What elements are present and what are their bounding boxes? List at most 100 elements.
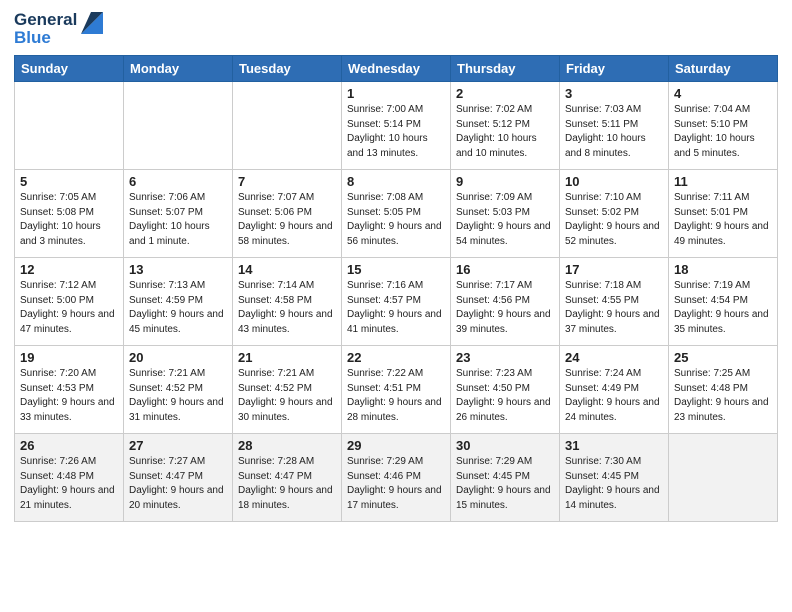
day-info: Sunrise: 7:08 AMSunset: 5:05 PMDaylight:… [347,191,445,249]
calendar-cell: 8 Sunrise: 7:08 AMSunset: 5:05 PMDaylight… [342,170,451,258]
day-info: Sunrise: 7:04 AMSunset: 5:10 PMDaylight:… [674,103,772,161]
day-number: 8 [347,174,445,189]
calendar-cell: 1 Sunrise: 7:00 AMSunset: 5:14 PMDaylight… [342,82,451,170]
day-info: Sunrise: 7:14 AMSunset: 4:58 PMDaylight:… [238,279,336,337]
calendar-cell: 25Sunrise: 7:25 AMSunset: 4:48 PMDayligh… [669,346,778,434]
day-info: Sunrise: 7:10 AMSunset: 5:02 PMDaylight:… [565,191,663,249]
calendar-cell: 23Sunrise: 7:23 AMSunset: 4:50 PMDayligh… [451,346,560,434]
calendar-cell: 4 Sunrise: 7:04 AMSunset: 5:10 PMDaylight… [669,82,778,170]
calendar-cell: 26 Sunrise: 7:26 AMSunset: 4:48 PMDayligh… [15,434,124,522]
day-info: Sunrise: 7:06 AMSunset: 5:07 PMDaylight:… [129,191,227,249]
calendar-cell: 11 Sunrise: 7:11 AMSunset: 5:01 PMDayligh… [669,170,778,258]
day-info: Sunrise: 7:29 AMSunset: 4:46 PMDaylight:… [347,455,445,513]
day-info: Sunrise: 7:24 AMSunset: 4:49 PMDaylight:… [565,367,663,425]
logo-container: General Blue [14,10,103,47]
day-info: Sunrise: 7:07 AMSunset: 5:06 PMDaylight:… [238,191,336,249]
calendar-cell: 18Sunrise: 7:19 AMSunset: 4:54 PMDayligh… [669,258,778,346]
calendar-cell [669,434,778,522]
calendar-week-row: 1 Sunrise: 7:00 AMSunset: 5:14 PMDaylight… [15,82,778,170]
col-header-wednesday: Wednesday [342,56,451,82]
calendar-cell: 10 Sunrise: 7:10 AMSunset: 5:02 PMDayligh… [560,170,669,258]
day-number: 27 [129,438,227,453]
day-number: 3 [565,86,663,101]
day-number: 1 [347,86,445,101]
calendar-cell: 13 Sunrise: 7:13 AMSunset: 4:59 PMDayligh… [124,258,233,346]
calendar-cell: 22Sunrise: 7:22 AMSunset: 4:51 PMDayligh… [342,346,451,434]
day-info: Sunrise: 7:17 AMSunset: 4:56 PMDaylight:… [456,279,554,337]
calendar-cell: 3Sunrise: 7:03 AMSunset: 5:11 PMDaylight… [560,82,669,170]
calendar-cell: 17Sunrise: 7:18 AMSunset: 4:55 PMDayligh… [560,258,669,346]
day-info: Sunrise: 7:05 AMSunset: 5:08 PMDaylight:… [20,191,118,249]
day-number: 14 [238,262,336,277]
calendar-cell [15,82,124,170]
day-info: Sunrise: 7:02 AMSunset: 5:12 PMDaylight:… [456,103,554,161]
day-number: 9 [456,174,554,189]
day-number: 19 [20,350,118,365]
day-info: Sunrise: 7:20 AMSunset: 4:53 PMDaylight:… [20,367,118,425]
col-header-saturday: Saturday [669,56,778,82]
calendar-header-row: SundayMondayTuesdayWednesdayThursdayFrid… [15,56,778,82]
day-info: Sunrise: 7:21 AMSunset: 4:52 PMDaylight:… [238,367,336,425]
logo: General Blue [14,10,103,47]
calendar-cell: 9 Sunrise: 7:09 AMSunset: 5:03 PMDaylight… [451,170,560,258]
day-number: 20 [129,350,227,365]
calendar-cell: 31 Sunrise: 7:30 AMSunset: 4:45 PMDayligh… [560,434,669,522]
col-header-monday: Monday [124,56,233,82]
calendar: SundayMondayTuesdayWednesdayThursdayFrid… [14,55,778,522]
day-number: 12 [20,262,118,277]
col-header-friday: Friday [560,56,669,82]
day-number: 15 [347,262,445,277]
day-info: Sunrise: 7:13 AMSunset: 4:59 PMDaylight:… [129,279,227,337]
day-info: Sunrise: 7:12 AMSunset: 5:00 PMDaylight:… [20,279,118,337]
calendar-cell [233,82,342,170]
day-number: 21 [238,350,336,365]
calendar-cell: 28Sunrise: 7:28 AMSunset: 4:47 PMDayligh… [233,434,342,522]
col-header-sunday: Sunday [15,56,124,82]
day-number: 18 [674,262,772,277]
day-number: 11 [674,174,772,189]
col-header-tuesday: Tuesday [233,56,342,82]
calendar-cell: 21 Sunrise: 7:21 AMSunset: 4:52 PMDayligh… [233,346,342,434]
logo-triangle-icon [81,12,103,34]
day-info: Sunrise: 7:09 AMSunset: 5:03 PMDaylight:… [456,191,554,249]
day-number: 24 [565,350,663,365]
day-info: Sunrise: 7:29 AMSunset: 4:45 PMDaylight:… [456,455,554,513]
day-number: 26 [20,438,118,453]
calendar-cell: 14 Sunrise: 7:14 AMSunset: 4:58 PMDayligh… [233,258,342,346]
day-info: Sunrise: 7:23 AMSunset: 4:50 PMDaylight:… [456,367,554,425]
calendar-cell: 30 Sunrise: 7:29 AMSunset: 4:45 PMDayligh… [451,434,560,522]
calendar-cell [124,82,233,170]
day-info: Sunrise: 7:28 AMSunset: 4:47 PMDaylight:… [238,455,336,513]
day-number: 17 [565,262,663,277]
day-number: 4 [674,86,772,101]
day-info: Sunrise: 7:30 AMSunset: 4:45 PMDaylight:… [565,455,663,513]
day-number: 22 [347,350,445,365]
logo-general: General [14,10,77,30]
day-number: 30 [456,438,554,453]
col-header-thursday: Thursday [451,56,560,82]
day-info: Sunrise: 7:25 AMSunset: 4:48 PMDaylight:… [674,367,772,425]
day-number: 7 [238,174,336,189]
day-number: 16 [456,262,554,277]
day-number: 10 [565,174,663,189]
day-info: Sunrise: 7:11 AMSunset: 5:01 PMDaylight:… [674,191,772,249]
calendar-cell: 15 Sunrise: 7:16 AMSunset: 4:57 PMDayligh… [342,258,451,346]
calendar-cell: 2 Sunrise: 7:02 AMSunset: 5:12 PMDaylight… [451,82,560,170]
day-info: Sunrise: 7:00 AMSunset: 5:14 PMDaylight:… [347,103,445,161]
calendar-week-row: 5Sunrise: 7:05 AMSunset: 5:08 PMDaylight… [15,170,778,258]
day-number: 31 [565,438,663,453]
day-info: Sunrise: 7:27 AMSunset: 4:47 PMDaylight:… [129,455,227,513]
calendar-week-row: 12 Sunrise: 7:12 AMSunset: 5:00 PMDayligh… [15,258,778,346]
calendar-cell: 24 Sunrise: 7:24 AMSunset: 4:49 PMDayligh… [560,346,669,434]
day-info: Sunrise: 7:16 AMSunset: 4:57 PMDaylight:… [347,279,445,337]
logo-text-block: General Blue [14,10,77,47]
day-number: 13 [129,262,227,277]
day-number: 2 [456,86,554,101]
calendar-cell: 20 Sunrise: 7:21 AMSunset: 4:52 PMDayligh… [124,346,233,434]
calendar-cell: 5Sunrise: 7:05 AMSunset: 5:08 PMDaylight… [15,170,124,258]
day-info: Sunrise: 7:26 AMSunset: 4:48 PMDaylight:… [20,455,118,513]
day-number: 6 [129,174,227,189]
header: General Blue [14,10,778,47]
calendar-week-row: 19 Sunrise: 7:20 AMSunset: 4:53 PMDayligh… [15,346,778,434]
day-info: Sunrise: 7:21 AMSunset: 4:52 PMDaylight:… [129,367,227,425]
